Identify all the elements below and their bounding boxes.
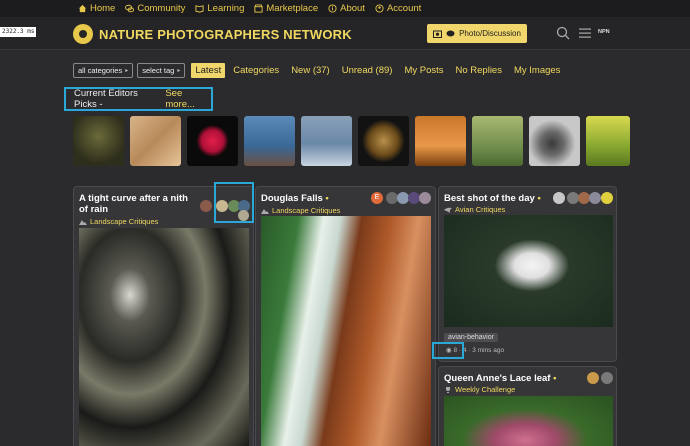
topic-title[interactable]: Queen Anne's Lace leaf • <box>444 373 556 384</box>
nav-about-label: About <box>340 3 365 14</box>
hamburger-menu-icon[interactable] <box>578 26 592 40</box>
topic-card[interactable]: Best shot of the day • Avian Critiques a… <box>438 186 617 362</box>
editors-picks-strip <box>73 116 630 166</box>
editors-picks-label: Current Editors Picks - <box>74 88 138 110</box>
topic-title[interactable]: Douglas Falls • <box>261 193 329 204</box>
avatar-highlight <box>214 182 254 223</box>
landscape-icon <box>79 219 87 225</box>
chevron-right-icon: ▸ <box>177 67 181 74</box>
topic-title[interactable]: Best shot of the day • <box>444 193 541 204</box>
category-dropdown[interactable]: all categories ▸ <box>73 62 134 78</box>
store-icon <box>254 4 263 13</box>
search-icon[interactable] <box>556 26 570 40</box>
pick-thumbnail[interactable] <box>415 116 466 166</box>
topic-card[interactable]: Douglas Falls • Landscape Critiques E <box>255 186 436 446</box>
editors-picks-heading: Current Editors Picks - See more... <box>64 87 213 111</box>
avatar[interactable] <box>553 192 565 204</box>
pick-thumbnail[interactable] <box>586 116 630 166</box>
site-title[interactable]: NATURE PHOTOGRAPHERS NETWORK <box>99 27 352 42</box>
unread-dot-icon: • <box>325 193 329 204</box>
nav-account-label: Account <box>386 3 422 14</box>
nav-learning-label: Learning <box>207 3 245 14</box>
pick-thumbnail[interactable] <box>301 116 352 166</box>
nav-learning[interactable]: Learning <box>195 3 244 14</box>
avatar[interactable] <box>601 372 613 384</box>
user-avatar[interactable]: NPN <box>598 29 610 35</box>
nav-community[interactable]: Community <box>125 3 185 14</box>
pick-thumbnail[interactable] <box>529 116 580 166</box>
photo-discussion-label: Photo/Discussion <box>459 29 521 38</box>
chat-icon <box>125 4 135 13</box>
chat-icon <box>446 30 455 36</box>
avatar[interactable] <box>200 200 212 212</box>
topic-image[interactable] <box>444 215 613 327</box>
info-icon <box>328 4 337 13</box>
avatar[interactable] <box>589 192 601 204</box>
topic-tag[interactable]: avian-behavior <box>444 333 498 342</box>
tag-dropdown[interactable]: select tag ▸ <box>137 62 186 78</box>
timing-overlay: 2322.3 ms <box>0 27 36 37</box>
topic-title-text: Douglas Falls <box>261 193 323 204</box>
tab-my-images[interactable]: My Images <box>510 63 564 78</box>
home-icon <box>78 4 87 13</box>
site-logo[interactable] <box>73 24 93 44</box>
topic-image[interactable] <box>261 216 431 446</box>
book-icon <box>195 5 204 13</box>
topic-category-label: Landscape Critiques <box>90 217 159 226</box>
tab-no-replies[interactable]: No Replies <box>452 63 506 78</box>
topic-title-text: Queen Anne's Lace leaf <box>444 373 551 384</box>
tag-dropdown-label: select tag <box>142 65 175 75</box>
pick-thumbnail[interactable] <box>472 116 523 166</box>
nav-community-label: Community <box>137 3 186 14</box>
avatar[interactable] <box>587 372 599 384</box>
nav-about[interactable]: About <box>328 3 365 14</box>
filter-bar: all categories ▸ select tag ▸ Latest Cat… <box>73 62 564 78</box>
topic-title-text: Best shot of the day <box>444 193 535 204</box>
landscape-icon <box>261 208 269 214</box>
nav-account[interactable]: Account <box>375 3 421 14</box>
topic-category[interactable]: Weekly Challenge <box>444 385 515 394</box>
pick-thumbnail[interactable] <box>244 116 295 166</box>
tab-latest[interactable]: Latest <box>191 62 226 78</box>
pick-thumbnail[interactable] <box>130 116 181 166</box>
site-header: NATURE PHOTOGRAPHERS NETWORK Photo/Discu… <box>0 17 690 50</box>
topic-category-label: Landscape Critiques <box>272 206 341 215</box>
topic-category[interactable]: Landscape Critiques <box>261 206 340 215</box>
top-nav: Home Community Learning Marketplace Abou… <box>0 0 690 17</box>
tab-my-posts[interactable]: My Posts <box>400 63 447 78</box>
topic-card[interactable]: A tight curve after a nith of rain Lands… <box>73 186 254 446</box>
topic-image[interactable] <box>79 228 249 446</box>
topic-category-label: Weekly Challenge <box>455 385 516 394</box>
trophy-icon <box>446 386 450 393</box>
avatar[interactable] <box>601 192 613 204</box>
topic-category[interactable]: Avian Critiques <box>444 205 505 214</box>
nav-marketplace-label: Marketplace <box>266 3 319 14</box>
bird-icon <box>444 207 452 213</box>
avatar[interactable]: E <box>371 192 383 204</box>
tab-unread[interactable]: Unread (89) <box>338 63 397 78</box>
chevron-right-icon: ▸ <box>125 67 129 74</box>
tab-new[interactable]: New (37) <box>287 63 334 78</box>
topic-category[interactable]: Landscape Critiques <box>79 217 158 226</box>
unread-dot-icon: • <box>537 193 541 204</box>
photo-discussion-button[interactable]: Photo/Discussion <box>427 24 527 43</box>
topic-title[interactable]: A tight curve after a nith of rain <box>79 193 197 215</box>
photo-icon <box>433 30 443 38</box>
avatar[interactable] <box>419 192 431 204</box>
topic-category-label: Avian Critiques <box>455 205 506 214</box>
nav-home[interactable]: Home <box>78 3 115 14</box>
topic-image[interactable] <box>444 396 613 446</box>
pick-thumbnail[interactable] <box>187 116 238 166</box>
pick-thumbnail[interactable] <box>358 116 409 166</box>
tab-categories[interactable]: Categories <box>229 63 283 78</box>
unread-dot-icon: • <box>553 373 557 384</box>
meta-highlight <box>432 342 464 359</box>
category-dropdown-label: all categories <box>78 65 123 75</box>
user-icon <box>375 4 384 13</box>
nav-home-label: Home <box>90 3 116 14</box>
pick-thumbnail[interactable] <box>73 116 124 166</box>
nav-marketplace[interactable]: Marketplace <box>254 3 318 14</box>
topic-card[interactable]: Queen Anne's Lace leaf • Weekly Challeng… <box>438 366 617 446</box>
see-more-link[interactable]: See more... <box>165 88 211 110</box>
